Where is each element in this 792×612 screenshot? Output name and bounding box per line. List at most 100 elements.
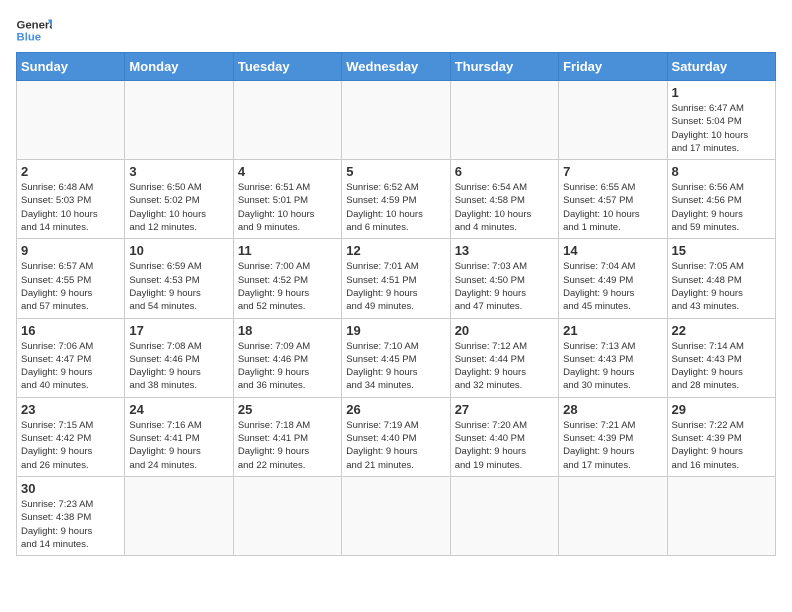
day-number: 6 bbox=[455, 164, 554, 179]
calendar-cell: 20 Sunrise: 7:12 AM Sunset: 4:44 PM Dayli… bbox=[450, 318, 558, 397]
day-number: 26 bbox=[346, 402, 445, 417]
calendar-cell bbox=[17, 81, 125, 160]
week-row-4: 23 Sunrise: 7:15 AM Sunset: 4:42 PM Dayli… bbox=[17, 397, 776, 476]
calendar-cell: 23 Sunrise: 7:15 AM Sunset: 4:42 PM Dayli… bbox=[17, 397, 125, 476]
calendar-cell: 1 Sunrise: 6:47 AM Sunset: 5:04 PM Daylig… bbox=[667, 81, 775, 160]
weekday-header-saturday: Saturday bbox=[667, 53, 775, 81]
day-number: 30 bbox=[21, 481, 120, 496]
day-number: 1 bbox=[672, 85, 771, 100]
day-number: 3 bbox=[129, 164, 228, 179]
day-info: Sunrise: 7:19 AM Sunset: 4:40 PM Dayligh… bbox=[346, 419, 445, 472]
calendar-cell: 24 Sunrise: 7:16 AM Sunset: 4:41 PM Dayli… bbox=[125, 397, 233, 476]
weekday-header-thursday: Thursday bbox=[450, 53, 558, 81]
day-number: 29 bbox=[672, 402, 771, 417]
day-number: 20 bbox=[455, 323, 554, 338]
calendar-cell: 15 Sunrise: 7:05 AM Sunset: 4:48 PM Dayli… bbox=[667, 239, 775, 318]
day-info: Sunrise: 7:10 AM Sunset: 4:45 PM Dayligh… bbox=[346, 340, 445, 393]
calendar-cell bbox=[450, 476, 558, 555]
calendar-cell: 18 Sunrise: 7:09 AM Sunset: 4:46 PM Dayli… bbox=[233, 318, 341, 397]
day-number: 23 bbox=[21, 402, 120, 417]
day-info: Sunrise: 7:06 AM Sunset: 4:47 PM Dayligh… bbox=[21, 340, 120, 393]
week-row-2: 9 Sunrise: 6:57 AM Sunset: 4:55 PM Daylig… bbox=[17, 239, 776, 318]
day-info: Sunrise: 6:55 AM Sunset: 4:57 PM Dayligh… bbox=[563, 181, 662, 234]
day-number: 2 bbox=[21, 164, 120, 179]
calendar-cell bbox=[559, 81, 667, 160]
calendar-cell: 17 Sunrise: 7:08 AM Sunset: 4:46 PM Dayli… bbox=[125, 318, 233, 397]
calendar-cell: 29 Sunrise: 7:22 AM Sunset: 4:39 PM Dayli… bbox=[667, 397, 775, 476]
day-info: Sunrise: 7:22 AM Sunset: 4:39 PM Dayligh… bbox=[672, 419, 771, 472]
day-info: Sunrise: 6:54 AM Sunset: 4:58 PM Dayligh… bbox=[455, 181, 554, 234]
logo: General Blue bbox=[16, 16, 52, 44]
calendar-cell: 12Sunrise: 7:01 AM Sunset: 4:51 PM Dayli… bbox=[342, 239, 450, 318]
day-info: Sunrise: 6:51 AM Sunset: 5:01 PM Dayligh… bbox=[238, 181, 337, 234]
day-info: Sunrise: 6:47 AM Sunset: 5:04 PM Dayligh… bbox=[672, 102, 771, 155]
day-number: 22 bbox=[672, 323, 771, 338]
day-info: Sunrise: 7:23 AM Sunset: 4:38 PM Dayligh… bbox=[21, 498, 120, 551]
day-number: 24 bbox=[129, 402, 228, 417]
week-row-1: 2 Sunrise: 6:48 AM Sunset: 5:03 PM Daylig… bbox=[17, 160, 776, 239]
calendar-cell: 21 Sunrise: 7:13 AM Sunset: 4:43 PM Dayli… bbox=[559, 318, 667, 397]
calendar-cell: 5 Sunrise: 6:52 AM Sunset: 4:59 PM Daylig… bbox=[342, 160, 450, 239]
day-number: 18 bbox=[238, 323, 337, 338]
calendar-cell: 4 Sunrise: 6:51 AM Sunset: 5:01 PM Daylig… bbox=[233, 160, 341, 239]
day-number: 28 bbox=[563, 402, 662, 417]
weekday-header-friday: Friday bbox=[559, 53, 667, 81]
calendar-cell: 25 Sunrise: 7:18 AM Sunset: 4:41 PM Dayli… bbox=[233, 397, 341, 476]
calendar-table: SundayMondayTuesdayWednesdayThursdayFrid… bbox=[16, 52, 776, 556]
day-info: Sunrise: 6:59 AM Sunset: 4:53 PM Dayligh… bbox=[129, 260, 228, 313]
calendar-cell bbox=[233, 81, 341, 160]
day-info: Sunrise: 6:57 AM Sunset: 4:55 PM Dayligh… bbox=[21, 260, 120, 313]
day-info: Sunrise: 7:18 AM Sunset: 4:41 PM Dayligh… bbox=[238, 419, 337, 472]
day-number: 8 bbox=[672, 164, 771, 179]
calendar-cell: 11Sunrise: 7:00 AM Sunset: 4:52 PM Dayli… bbox=[233, 239, 341, 318]
day-number: 9 bbox=[21, 243, 120, 258]
day-number: 15 bbox=[672, 243, 771, 258]
day-number: 13 bbox=[455, 243, 554, 258]
svg-text:General: General bbox=[17, 19, 53, 31]
day-number: 25 bbox=[238, 402, 337, 417]
day-info: Sunrise: 7:04 AM Sunset: 4:49 PM Dayligh… bbox=[563, 260, 662, 313]
calendar-cell bbox=[450, 81, 558, 160]
calendar-cell: 2 Sunrise: 6:48 AM Sunset: 5:03 PM Daylig… bbox=[17, 160, 125, 239]
calendar-cell: 26 Sunrise: 7:19 AM Sunset: 4:40 PM Dayli… bbox=[342, 397, 450, 476]
day-number: 16 bbox=[21, 323, 120, 338]
calendar-cell bbox=[342, 81, 450, 160]
calendar-cell: 7 Sunrise: 6:55 AM Sunset: 4:57 PM Daylig… bbox=[559, 160, 667, 239]
calendar-cell: 27Sunrise: 7:20 AM Sunset: 4:40 PM Dayli… bbox=[450, 397, 558, 476]
day-info: Sunrise: 7:16 AM Sunset: 4:41 PM Dayligh… bbox=[129, 419, 228, 472]
calendar-cell: 6 Sunrise: 6:54 AM Sunset: 4:58 PM Daylig… bbox=[450, 160, 558, 239]
day-info: Sunrise: 6:48 AM Sunset: 5:03 PM Dayligh… bbox=[21, 181, 120, 234]
weekday-header-sunday: Sunday bbox=[17, 53, 125, 81]
day-info: Sunrise: 7:14 AM Sunset: 4:43 PM Dayligh… bbox=[672, 340, 771, 393]
calendar-cell: 28Sunrise: 7:21 AM Sunset: 4:39 PM Dayli… bbox=[559, 397, 667, 476]
day-info: Sunrise: 7:05 AM Sunset: 4:48 PM Dayligh… bbox=[672, 260, 771, 313]
day-info: Sunrise: 7:12 AM Sunset: 4:44 PM Dayligh… bbox=[455, 340, 554, 393]
calendar-cell: 22 Sunrise: 7:14 AM Sunset: 4:43 PM Dayli… bbox=[667, 318, 775, 397]
calendar-cell bbox=[667, 476, 775, 555]
day-info: Sunrise: 6:56 AM Sunset: 4:56 PM Dayligh… bbox=[672, 181, 771, 234]
weekday-header-monday: Monday bbox=[125, 53, 233, 81]
day-number: 17 bbox=[129, 323, 228, 338]
calendar-cell: 8 Sunrise: 6:56 AM Sunset: 4:56 PM Daylig… bbox=[667, 160, 775, 239]
day-number: 5 bbox=[346, 164, 445, 179]
week-row-0: 1 Sunrise: 6:47 AM Sunset: 5:04 PM Daylig… bbox=[17, 81, 776, 160]
calendar-cell bbox=[342, 476, 450, 555]
calendar-cell bbox=[125, 81, 233, 160]
weekday-header-row: SundayMondayTuesdayWednesdayThursdayFrid… bbox=[17, 53, 776, 81]
calendar-cell bbox=[233, 476, 341, 555]
day-info: Sunrise: 6:52 AM Sunset: 4:59 PM Dayligh… bbox=[346, 181, 445, 234]
calendar-cell: 3Sunrise: 6:50 AM Sunset: 5:02 PM Daylig… bbox=[125, 160, 233, 239]
calendar-cell: 9 Sunrise: 6:57 AM Sunset: 4:55 PM Daylig… bbox=[17, 239, 125, 318]
page-header: General Blue bbox=[16, 16, 776, 44]
day-number: 14 bbox=[563, 243, 662, 258]
day-number: 21 bbox=[563, 323, 662, 338]
day-info: Sunrise: 7:03 AM Sunset: 4:50 PM Dayligh… bbox=[455, 260, 554, 313]
day-number: 4 bbox=[238, 164, 337, 179]
day-info: Sunrise: 7:09 AM Sunset: 4:46 PM Dayligh… bbox=[238, 340, 337, 393]
week-row-5: 30 Sunrise: 7:23 AM Sunset: 4:38 PM Dayli… bbox=[17, 476, 776, 555]
day-info: Sunrise: 7:13 AM Sunset: 4:43 PM Dayligh… bbox=[563, 340, 662, 393]
day-info: Sunrise: 7:15 AM Sunset: 4:42 PM Dayligh… bbox=[21, 419, 120, 472]
day-info: Sunrise: 7:08 AM Sunset: 4:46 PM Dayligh… bbox=[129, 340, 228, 393]
day-number: 7 bbox=[563, 164, 662, 179]
calendar-cell: 30 Sunrise: 7:23 AM Sunset: 4:38 PM Dayli… bbox=[17, 476, 125, 555]
